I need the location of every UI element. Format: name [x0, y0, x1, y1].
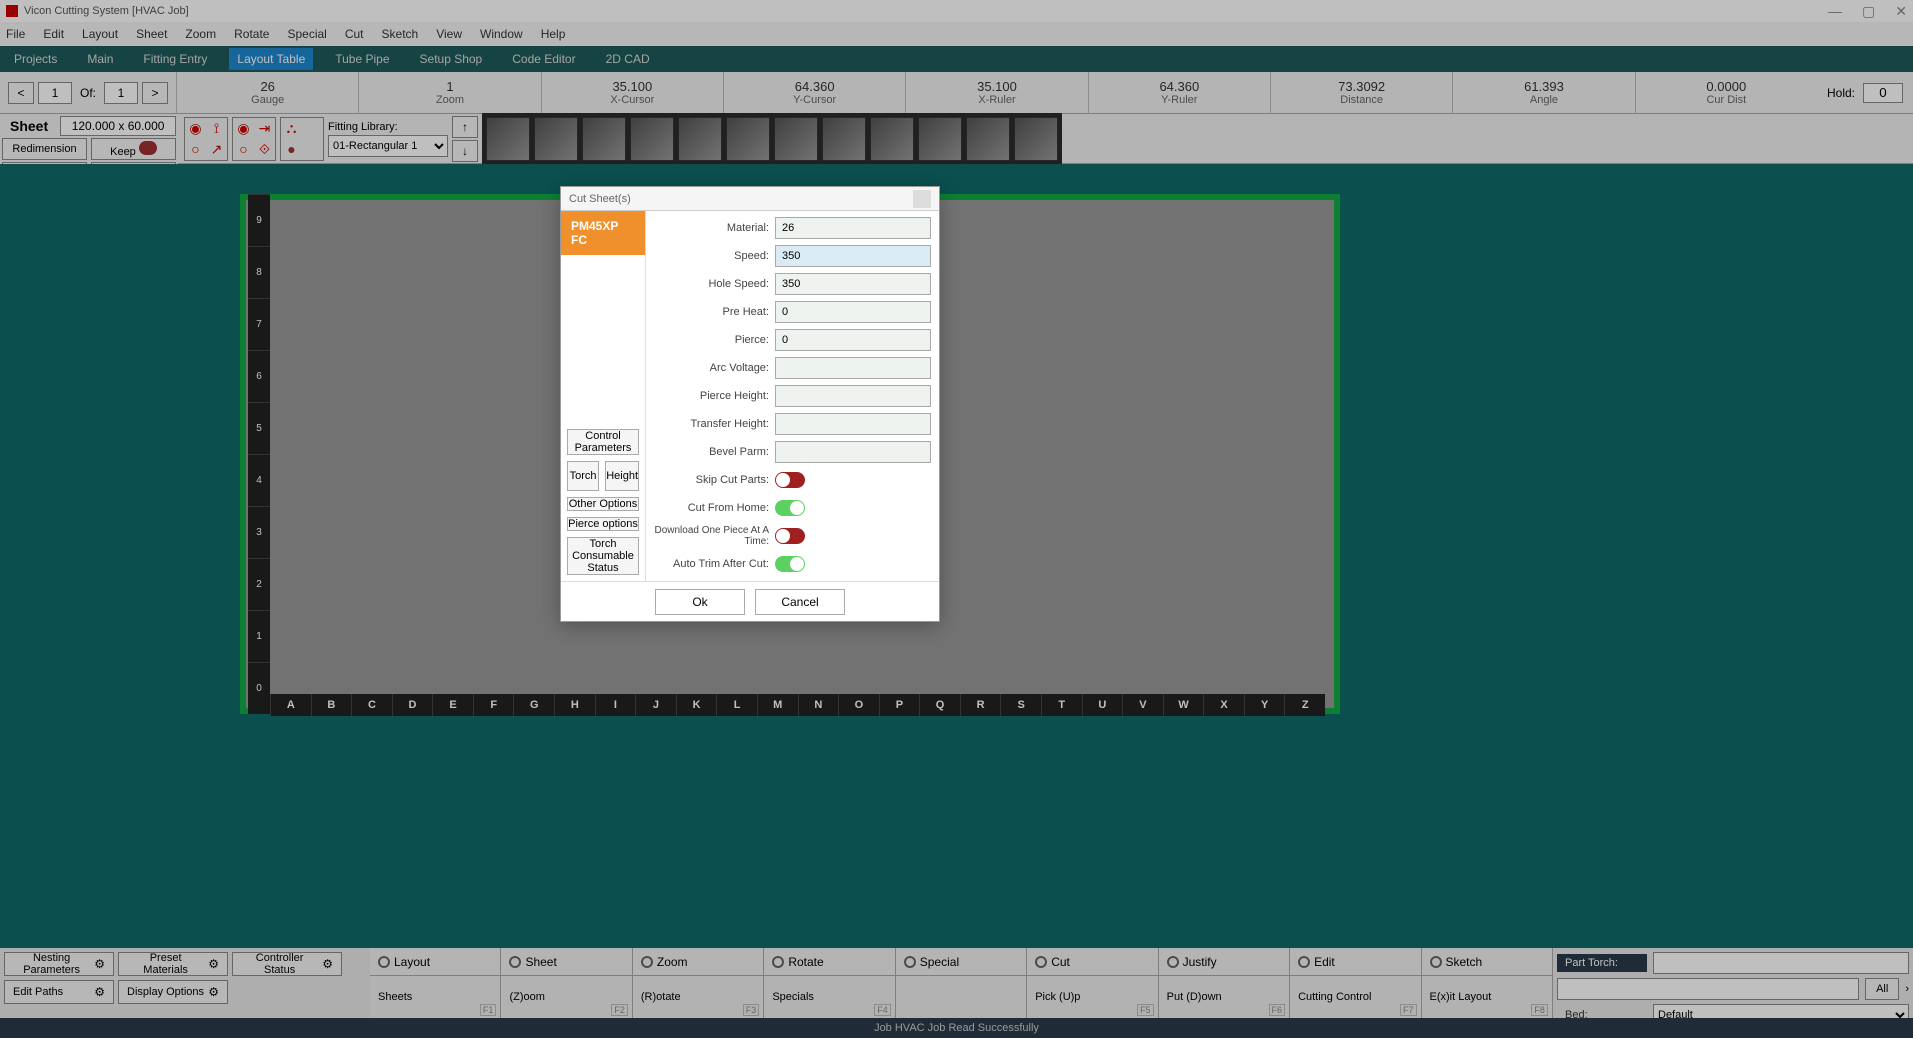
bevel-parm-input[interactable] [775, 441, 931, 463]
pierce-label: Pierce: [654, 334, 769, 346]
pierce-height-label: Pierce Height: [654, 390, 769, 402]
pierce-input[interactable] [775, 329, 931, 351]
dialog-close-button[interactable] [913, 190, 931, 208]
pre-heat-label: Pre Heat: [654, 306, 769, 318]
control-parameters-button[interactable]: Control Parameters [567, 429, 639, 455]
auto-trim-toggle[interactable] [775, 556, 805, 572]
skip-cut-label: Skip Cut Parts: [654, 474, 769, 486]
ok-button[interactable]: Ok [655, 589, 745, 615]
torch-button[interactable]: Torch [567, 461, 599, 491]
pre-heat-input[interactable] [775, 301, 931, 323]
material-input[interactable] [775, 217, 931, 239]
dialog-titlebar: Cut Sheet(s) [561, 187, 939, 211]
speed-input[interactable] [775, 245, 931, 267]
cut-sheets-dialog: Cut Sheet(s) PM45XP FC Control Parameter… [560, 186, 940, 622]
download-one-toggle[interactable] [775, 528, 805, 544]
speed-label: Speed: [654, 250, 769, 262]
transfer-height-label: Transfer Height: [654, 418, 769, 430]
material-label: Material: [654, 222, 769, 234]
pierce-options-button[interactable]: Pierce options [567, 517, 639, 531]
height-button[interactable]: Height [605, 461, 639, 491]
hole-speed-label: Hole Speed: [654, 278, 769, 290]
arc-voltage-input[interactable] [775, 357, 931, 379]
pierce-height-input[interactable] [775, 385, 931, 407]
dialog-list-pane: PM45XP FC Control Parameters Torch Heigh… [561, 211, 646, 581]
torch-consumable-status-button[interactable]: Torch Consumable Status [567, 537, 639, 575]
bevel-parm-label: Bevel Parm: [654, 446, 769, 458]
arc-voltage-label: Arc Voltage: [654, 362, 769, 374]
cut-from-home-label: Cut From Home: [654, 502, 769, 514]
transfer-height-input[interactable] [775, 413, 931, 435]
dialog-footer: Ok Cancel [561, 581, 939, 621]
modal-backdrop[interactable] [0, 0, 1913, 1038]
cut-from-home-toggle[interactable] [775, 500, 805, 516]
torch-list-item[interactable]: PM45XP FC [561, 211, 645, 255]
cancel-button[interactable]: Cancel [755, 589, 845, 615]
hole-speed-input[interactable] [775, 273, 931, 295]
auto-trim-label: Auto Trim After Cut: [654, 558, 769, 570]
other-options-button[interactable]: Other Options [567, 497, 639, 511]
dialog-fields: Material: Speed: Hole Speed: Pre Heat: P… [646, 211, 939, 581]
skip-cut-toggle[interactable] [775, 472, 805, 488]
dialog-title: Cut Sheet(s) [569, 193, 631, 205]
download-one-label: Download One Piece At A Time: [654, 525, 769, 547]
